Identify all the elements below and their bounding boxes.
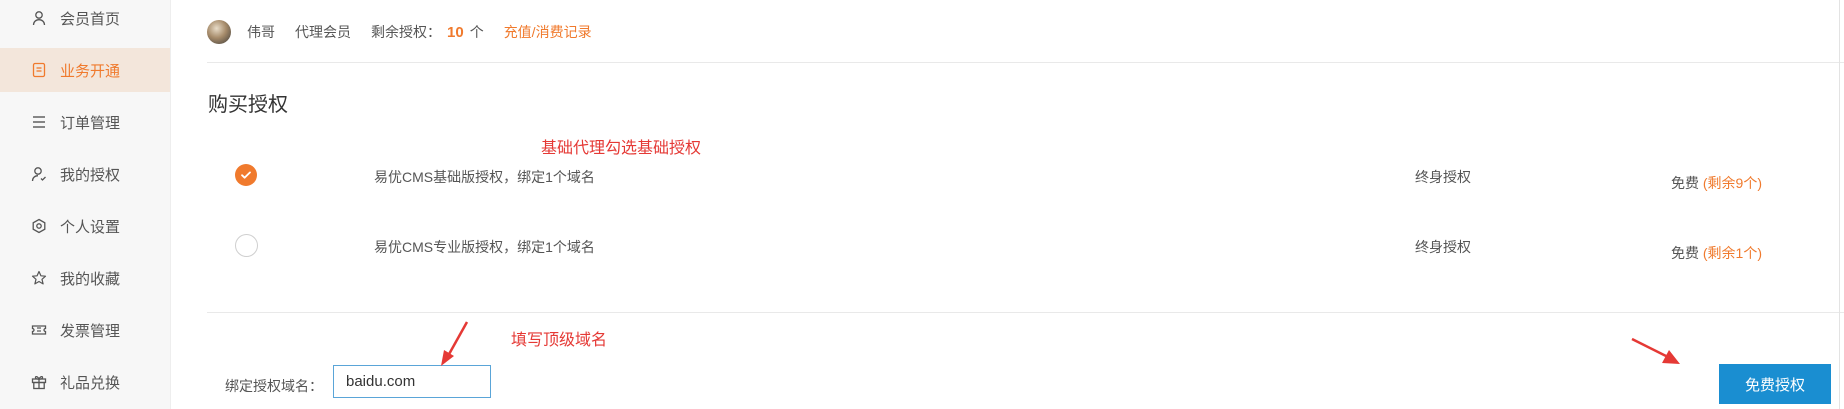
- price-label: 免费: [1671, 175, 1699, 191]
- user-key-icon: [30, 165, 48, 183]
- check-icon: [241, 171, 251, 179]
- license-term: 终身授权: [1415, 169, 1471, 185]
- user-icon: [30, 9, 48, 27]
- annotation-arrow-icon: [441, 321, 469, 366]
- annotation-arrow-icon: [1631, 337, 1680, 364]
- gift-icon: [30, 373, 48, 391]
- sidebar-item-my-license[interactable]: 我的授权: [0, 152, 170, 196]
- remaining-quota: (剩余1个): [1702, 245, 1763, 261]
- remaining-count: 10: [447, 23, 464, 41]
- sidebar-item-label: 订单管理: [60, 114, 121, 132]
- sidebar-item-label: 礼品兑换: [60, 374, 121, 392]
- main-content: 伟哥 代理会员 剩余授权： 10 个 充值/消费记录 购买授权 基础代理勾选基础…: [171, 0, 1844, 409]
- free-license-button[interactable]: 免费授权: [1719, 364, 1831, 404]
- remaining-quota: (剩余9个): [1702, 175, 1763, 191]
- remaining-unit: 个: [469, 24, 484, 40]
- divider: [207, 312, 1844, 313]
- user-info-bar: 伟哥 代理会员 剩余授权： 10 个 充值/消费记录: [207, 18, 592, 46]
- sidebar-item-invoices[interactable]: 发票管理: [0, 308, 170, 352]
- annotation-domain-hint: 填写顶级域名: [511, 332, 608, 349]
- annotation-basic-hint: 基础代理勾选基础授权: [541, 140, 702, 157]
- scrollbar-track[interactable]: [1839, 0, 1840, 409]
- recharge-history-link[interactable]: 充值/消费记录: [504, 22, 592, 42]
- sidebar-item-orders[interactable]: 订单管理: [0, 100, 170, 144]
- license-price: 免费 (剩余9个): [1671, 173, 1762, 193]
- license-term: 终身授权: [1415, 239, 1471, 255]
- sidebar-item-settings[interactable]: 个人设置: [0, 204, 170, 248]
- sidebar-item-label: 会员首页: [60, 10, 121, 28]
- star-icon: [30, 269, 48, 287]
- license-name: 易优CMS基础版授权，绑定1个域名: [374, 169, 595, 185]
- sidebar-item-member-home[interactable]: 会员首页: [0, 0, 170, 40]
- sidebar-item-label: 发票管理: [60, 322, 121, 340]
- sidebar-item-label: 个人设置: [60, 218, 121, 236]
- sidebar-item-business[interactable]: 业务开通: [0, 48, 170, 92]
- sidebar-item-favorites[interactable]: 我的收藏: [0, 256, 170, 300]
- license-price: 免费 (剩余1个): [1671, 243, 1762, 263]
- domain-field-label: 绑定授权域名：: [225, 378, 323, 394]
- member-level: 代理会员: [295, 24, 351, 40]
- price-label: 免费: [1671, 245, 1699, 261]
- license-name: 易优CMS专业版授权，绑定1个域名: [374, 239, 595, 255]
- remaining-label: 剩余授权：: [371, 24, 441, 40]
- list-icon: [30, 113, 48, 131]
- ticket-icon: [30, 321, 48, 339]
- sidebar: 会员首页 业务开通 订单管理 我的授权 个人设置 我的收藏 发票管理 礼品兑换: [0, 0, 171, 409]
- document-icon: [30, 61, 48, 79]
- avatar[interactable]: [207, 20, 231, 44]
- license-checkbox-pro[interactable]: [235, 234, 258, 257]
- sidebar-item-label: 业务开通: [60, 62, 121, 80]
- license-checkbox-basic[interactable]: [235, 164, 257, 186]
- sidebar-item-label: 我的收藏: [60, 270, 121, 288]
- settings-icon: [30, 217, 48, 235]
- user-name: 伟哥: [247, 24, 275, 40]
- sidebar-item-gifts[interactable]: 礼品兑换: [0, 360, 170, 404]
- section-title: 购买授权: [208, 94, 288, 116]
- domain-input[interactable]: [333, 365, 491, 398]
- sidebar-item-label: 我的授权: [60, 166, 121, 184]
- divider: [207, 62, 1844, 63]
